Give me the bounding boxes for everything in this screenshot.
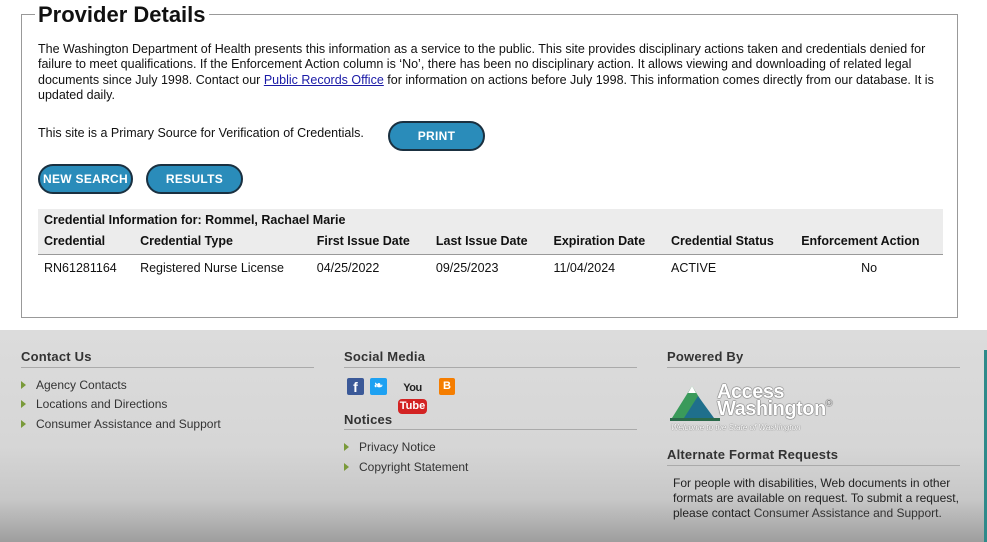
registered-mark-icon: ® [825,398,833,408]
bullet-icon [21,420,26,428]
facebook-icon[interactable]: f [347,378,364,395]
table-cell: 09/25/2023 [435,261,499,275]
alternate-format-heading: Alternate Format Requests [667,447,839,462]
social-media-heading: Social Media [344,349,426,364]
new-search-button[interactable]: NEW SEARCH [38,164,133,194]
bullet-icon [21,400,26,408]
column-header: Last Issue Date [429,229,548,255]
alternate-format-text: For people with disabilities, Web docume… [673,476,963,521]
bullet-icon [344,443,349,451]
bullet-icon [344,463,349,471]
contact-us-divider [21,367,314,368]
print-button[interactable]: PRINT [388,121,485,151]
copyright-statement-link[interactable]: Copyright Statement [344,460,468,474]
blogger-icon[interactable]: B [439,378,455,395]
youtube-tube-text: Tube [397,399,428,414]
youtube-icon[interactable]: You Tube [393,378,432,414]
social-media-divider [344,367,637,368]
contact-us-heading: Contact Us [21,349,92,364]
table-cell: 11/04/2024 [553,261,616,275]
credential-caption: Credential Information for: Rommel, Rach… [38,209,943,229]
powered-by-divider [667,367,960,368]
link-label: Locations and Directions [36,397,168,411]
twitter-icon[interactable]: ❧ [370,378,387,395]
notices-divider [344,429,637,430]
table-cell: ACTIVE [671,261,717,275]
locations-directions-link[interactable]: Locations and Directions [21,397,167,411]
logo-washington-word: Washington [717,398,826,420]
link-label: Agency Contacts [36,378,127,392]
link-label: Privacy Notice [359,440,436,454]
alternate-format-divider [667,465,960,466]
logo-tagline: Welcome to the State of Washington [671,423,801,432]
table-row: RN61281164 Registered Nurse License 04/2… [38,255,943,282]
privacy-notice-link[interactable]: Privacy Notice [344,440,436,454]
column-header: Enforcement Action [795,229,943,255]
link-label: Copyright Statement [359,460,469,474]
table-cell: No [861,261,878,275]
consumer-assistance-support-link[interactable]: Consumer Assistance and Support. [754,506,942,520]
column-header: Credential [38,229,135,255]
column-header: First Issue Date [310,229,430,255]
results-button[interactable]: RESULTS [146,164,243,194]
provider-details-panel: Provider Details The Washington Departme… [21,1,958,318]
page-title: Provider Details [35,1,209,29]
table-header-row: Credential Credential Type First Issue D… [38,229,943,255]
intro-text: The Washington Department of Health pres… [38,42,950,103]
table-cell: Registered Nurse License [140,261,284,275]
primary-source-text: This site is a Primary Source for Verifi… [38,126,364,140]
column-header: Expiration Date [547,229,666,255]
credential-table: Credential Information for: Rommel, Rach… [38,209,943,281]
notices-heading: Notices [344,412,393,427]
column-header: Credential Type [134,229,311,255]
bullet-icon [21,381,26,389]
link-label: Consumer Assistance and Support [36,417,221,431]
consumer-assistance-link[interactable]: Consumer Assistance and Support [21,417,221,431]
youtube-you-text: You [403,382,422,394]
powered-by-heading: Powered By [667,349,744,364]
agency-contacts-link[interactable]: Agency Contacts [21,378,127,392]
logo-text-washington: Washington® [717,398,832,421]
logo-snowcap [688,386,696,393]
logo-base [670,418,720,421]
column-header: Credential Status [665,229,796,255]
table-cell: RN61281164 [44,261,117,275]
public-records-link[interactable]: Public Records Office [264,73,384,87]
table-cell: 04/25/2022 [316,261,380,275]
